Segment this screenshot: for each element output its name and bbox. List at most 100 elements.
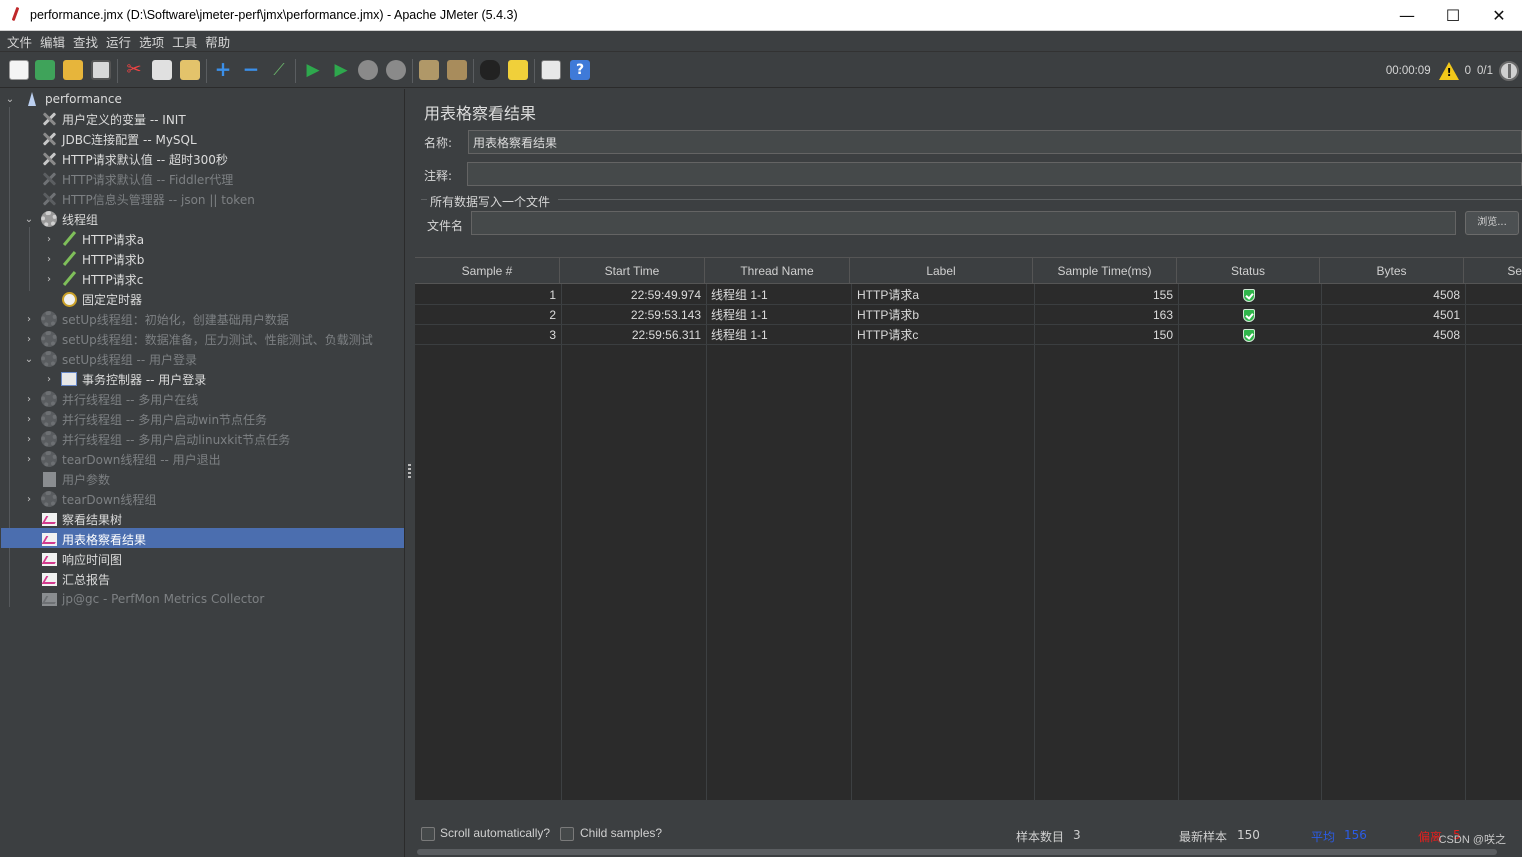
chevron-right-icon[interactable]: ›: [44, 274, 54, 285]
chevron-down-icon[interactable]: ⌄: [24, 354, 34, 365]
templates-icon[interactable]: [35, 60, 55, 80]
chevron-right-icon[interactable]: ›: [24, 494, 34, 505]
shutdown-icon[interactable]: [386, 60, 406, 80]
paste-icon[interactable]: [180, 60, 200, 80]
cut-icon[interactable]: ✂: [124, 60, 144, 80]
tree-node-teardown[interactable]: › tearDown线程组: [24, 489, 156, 509]
chevron-right-icon[interactable]: ›: [44, 254, 54, 265]
cell-start-time: 22:59:49.974: [630, 288, 701, 302]
tree-node-http-c[interactable]: › HTTP请求c: [44, 269, 143, 289]
toggle-icon[interactable]: ⟋: [269, 60, 289, 80]
tree-node-view-results-tree[interactable]: 察看结果树: [40, 509, 122, 529]
tree-node-teardown-logout[interactable]: › tearDown线程组 -- 用户退出: [24, 449, 221, 469]
chevron-right-icon[interactable]: ›: [44, 234, 54, 245]
minimize-button[interactable]: —: [1384, 0, 1430, 31]
maximize-button[interactable]: ☐: [1430, 0, 1476, 31]
chevron-down-icon[interactable]: ⌄: [24, 214, 34, 225]
column-header-sample-time[interactable]: Sample Time(ms): [1033, 258, 1177, 284]
column-header-start-time[interactable]: Start Time: [560, 258, 705, 284]
column-header-sent-bytes[interactable]: Se: [1464, 258, 1522, 284]
tree-node-http-a[interactable]: › HTTP请求a: [44, 229, 144, 249]
tree-node-parallel-linuxkit[interactable]: › 并行线程组 -- 多用户启动linuxkit节点任务: [24, 429, 290, 449]
help-icon[interactable]: ?: [570, 60, 590, 80]
expand-icon[interactable]: +: [213, 59, 233, 80]
chevron-right-icon[interactable]: ›: [24, 334, 34, 345]
column-header-thread-name[interactable]: Thread Name: [705, 258, 850, 284]
menu-edit[interactable]: 编辑: [37, 32, 68, 51]
tree-node-perfmon[interactable]: jp@gc - PerfMon Metrics Collector: [40, 589, 264, 609]
scroll-auto-checkbox[interactable]: [421, 827, 435, 841]
tree-node-constant-timer[interactable]: 固定定时器: [60, 289, 142, 309]
tree-node-http-b[interactable]: › HTTP请求b: [44, 249, 144, 269]
column-header-label[interactable]: Label: [850, 258, 1033, 284]
results-table[interactable]: Sample # Start Time Thread Name Label Sa…: [415, 257, 1522, 800]
tree-node-response-time-graph[interactable]: 响应时间图: [40, 549, 122, 569]
table-row[interactable]: 3 22:59:56.311 线程组 1-1 HTTP请求c 150 4508: [415, 325, 1522, 345]
tree-node-user-vars[interactable]: 用户定义的变量 -- INIT: [40, 109, 186, 129]
function-helper-icon[interactable]: [541, 60, 561, 80]
tree-node-http-defaults-timeout[interactable]: HTTP请求默认值 -- 超时300秒: [40, 149, 228, 169]
name-field[interactable]: 用表格察看结果: [468, 130, 1522, 154]
new-icon[interactable]: [9, 60, 29, 80]
clear-all-icon[interactable]: [447, 60, 467, 80]
tree-node-view-results-table[interactable]: 用表格察看结果: [40, 529, 146, 549]
chevron-right-icon[interactable]: ›: [44, 374, 54, 385]
tree-node-parallel-online[interactable]: › 并行线程组 -- 多用户在线: [24, 389, 198, 409]
filename-field[interactable]: [471, 211, 1456, 235]
tree-node-root[interactable]: ⌄ performance: [5, 89, 122, 109]
scrollbar-thumb[interactable]: [417, 849, 1497, 855]
start-icon[interactable]: ▶: [303, 60, 323, 80]
comment-field[interactable]: [467, 162, 1522, 186]
elapsed-time: 00:00:09: [1385, 64, 1431, 77]
tree-node-thread-group[interactable]: ⌄ 线程组: [24, 209, 98, 229]
tree-node-summary-report[interactable]: 汇总报告: [40, 569, 110, 589]
tree-node-parallel-win[interactable]: › 并行线程组 -- 多用户启动win节点任务: [24, 409, 267, 429]
tree-node-jdbc[interactable]: JDBC连接配置 -- MySQL: [40, 129, 197, 149]
copy-icon[interactable]: [152, 60, 172, 80]
table-row[interactable]: 2 22:59:53.143 线程组 1-1 HTTP请求b 163 4501: [415, 305, 1522, 325]
drag-handle-icon[interactable]: [408, 464, 411, 478]
browse-button[interactable]: 浏览...: [1465, 211, 1519, 235]
pane-splitter[interactable]: [406, 89, 414, 857]
search-icon[interactable]: [480, 60, 500, 80]
menu-search[interactable]: 查找: [70, 32, 101, 51]
column-header-bytes[interactable]: Bytes: [1320, 258, 1464, 284]
tree-node-header-manager[interactable]: HTTP信息头管理器 -- json || token: [40, 189, 255, 209]
menu-run[interactable]: 运行: [103, 32, 134, 51]
tree-node-setup-data[interactable]: › setUp线程组：数据准备，压力测试、性能测试、负载测试: [24, 329, 373, 349]
horizontal-scrollbar[interactable]: [415, 847, 1522, 857]
chevron-right-icon[interactable]: ›: [24, 414, 34, 425]
remote-globe-icon[interactable]: [1499, 60, 1519, 81]
chevron-right-icon[interactable]: ›: [24, 454, 34, 465]
open-icon[interactable]: [63, 60, 83, 80]
tree-node-http-defaults-fiddler[interactable]: HTTP请求默认值 -- Fiddler代理: [40, 169, 233, 189]
warning-icon[interactable]: !: [1438, 61, 1459, 80]
chevron-right-icon[interactable]: ›: [24, 434, 34, 445]
menu-options[interactable]: 选项: [136, 32, 167, 51]
column-header-status[interactable]: Status: [1177, 258, 1320, 284]
start-no-pause-icon[interactable]: ▶: [331, 60, 351, 80]
tree-node-transaction-controller[interactable]: › 事务控制器 -- 用户登录: [44, 369, 206, 389]
chevron-right-icon[interactable]: ›: [24, 394, 34, 405]
scroll-auto-label[interactable]: Scroll automatically?: [440, 826, 550, 840]
menu-tools[interactable]: 工具: [169, 32, 200, 51]
stop-icon[interactable]: [358, 60, 378, 80]
collapse-icon[interactable]: −: [241, 59, 261, 80]
tree-node-label: HTTP请求c: [82, 272, 144, 287]
chevron-down-icon[interactable]: ⌄: [5, 94, 15, 105]
child-samples-checkbox[interactable]: [560, 827, 574, 841]
column-header-sample[interactable]: Sample #: [415, 258, 560, 284]
close-button[interactable]: ✕: [1476, 0, 1522, 31]
child-samples-label[interactable]: Child samples?: [580, 826, 662, 840]
tree-node-setup-login[interactable]: ⌄ setUp线程组 -- 用户登录: [24, 349, 197, 369]
tree-node-setup-init[interactable]: › setUp线程组：初始化，创建基础用户数据: [24, 309, 289, 329]
menu-help[interactable]: 帮助: [202, 32, 233, 51]
save-icon[interactable]: [91, 60, 111, 80]
panel-title: 用表格察看结果: [424, 104, 537, 123]
reset-search-icon[interactable]: [508, 60, 528, 80]
tree-node-user-params[interactable]: 用户参数: [40, 469, 110, 489]
table-row[interactable]: 1 22:59:49.974 线程组 1-1 HTTP请求a 155 4508: [415, 285, 1522, 305]
menu-file[interactable]: 文件: [4, 32, 35, 51]
clear-icon[interactable]: [419, 60, 439, 80]
chevron-right-icon[interactable]: ›: [24, 314, 34, 325]
